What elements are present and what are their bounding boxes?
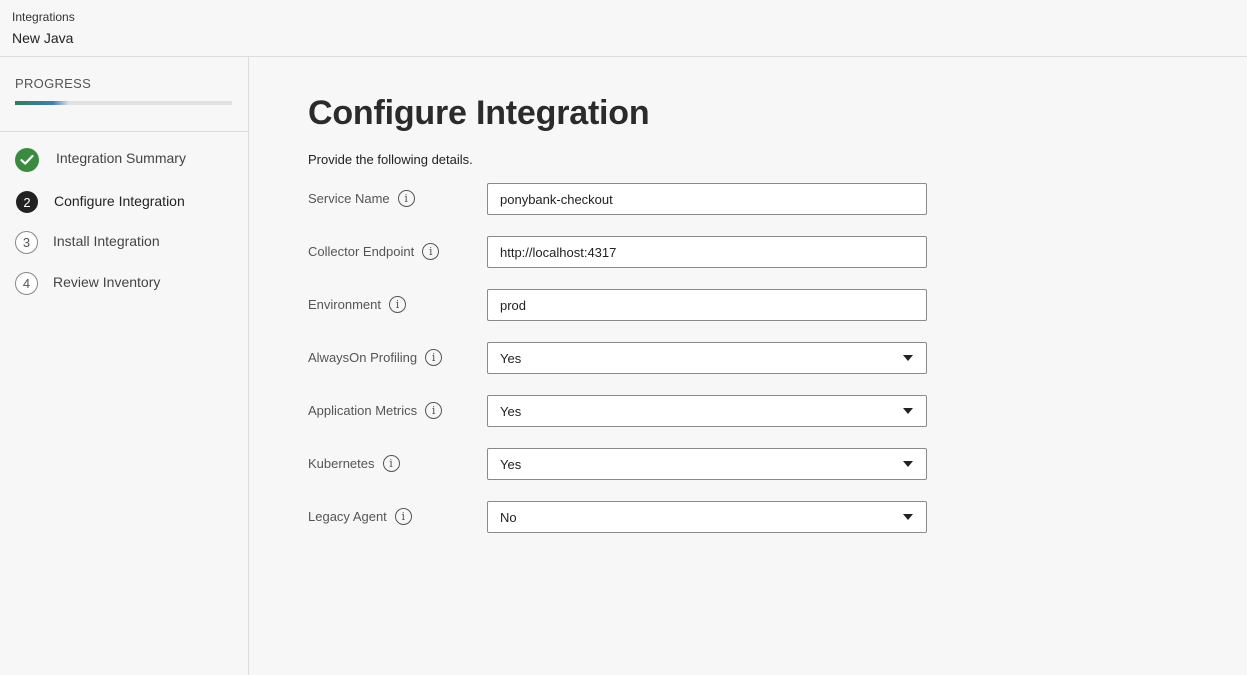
field-label: Collector Endpoint i xyxy=(308,243,440,260)
step-number: 2 xyxy=(16,191,38,213)
select-value: No xyxy=(500,509,517,525)
label-text: Collector Endpoint xyxy=(308,244,415,259)
step-number: 3 xyxy=(15,231,38,254)
step-label: Review Inventory xyxy=(53,274,161,290)
checkmark-icon xyxy=(15,148,39,172)
sidebar-divider xyxy=(0,131,248,132)
info-icon[interactable]: i xyxy=(422,243,440,260)
step-label: Integration Summary xyxy=(56,150,186,166)
top-bar: Integrations New Java xyxy=(0,0,1247,57)
application-metrics-select[interactable]: Yes xyxy=(487,395,927,427)
alwayson-profiling-select[interactable]: Yes xyxy=(487,342,927,374)
page-subtitle: Provide the following details. xyxy=(308,152,473,167)
info-icon[interactable]: i xyxy=(382,455,400,472)
chevron-down-icon xyxy=(903,355,913,361)
step-configure-integration[interactable]: 2 Configure Integration xyxy=(15,189,186,230)
field-label: Legacy Agent i xyxy=(308,508,412,525)
label-text: Kubernetes xyxy=(308,456,375,471)
info-icon[interactable]: i xyxy=(388,296,406,313)
collector-endpoint-input[interactable] xyxy=(487,236,927,268)
info-icon[interactable]: i xyxy=(425,402,443,419)
step-label: Install Integration xyxy=(53,233,160,249)
label-text: Environment xyxy=(308,297,381,312)
field-label: Service Name i xyxy=(308,190,415,207)
step-integration-summary[interactable]: Integration Summary xyxy=(15,148,186,189)
label-text: Legacy Agent xyxy=(308,509,387,524)
label-text: AlwaysOn Profiling xyxy=(308,350,418,365)
step-list: Integration Summary 2 Configure Integrat… xyxy=(15,148,186,312)
select-value: Yes xyxy=(500,456,522,472)
field-label: Kubernetes i xyxy=(308,455,400,472)
info-icon[interactable]: i xyxy=(425,349,443,366)
field-row-service-name: Service Name i xyxy=(308,183,928,215)
field-row-alwayson-profiling: AlwaysOn Profiling i Yes xyxy=(308,342,928,374)
field-label: AlwaysOn Profiling i xyxy=(308,349,443,366)
page-title: Configure Integration xyxy=(308,94,650,132)
legacy-agent-select[interactable]: No xyxy=(487,501,927,533)
field-row-environment: Environment i xyxy=(308,289,928,321)
breadcrumb-integrations[interactable]: Integrations xyxy=(12,10,75,24)
service-name-input[interactable] xyxy=(487,183,927,215)
main-content: Configure Integration Provide the follow… xyxy=(249,57,1247,675)
label-text: Service Name xyxy=(308,191,390,206)
step-label: Configure Integration xyxy=(54,193,185,209)
page-header-title: New Java xyxy=(12,30,74,46)
step-number: 4 xyxy=(15,272,38,295)
select-value: Yes xyxy=(500,403,522,419)
field-row-collector-endpoint: Collector Endpoint i xyxy=(308,236,928,268)
progress-bar-fill xyxy=(15,101,70,105)
step-review-inventory[interactable]: 4 Review Inventory xyxy=(15,271,186,312)
chevron-down-icon xyxy=(903,461,913,467)
field-row-legacy-agent: Legacy Agent i No xyxy=(308,501,928,533)
select-value: Yes xyxy=(500,350,522,366)
progress-sidebar: PROGRESS Integration Summary 2 Configure… xyxy=(0,57,249,675)
field-label: Environment i xyxy=(308,296,406,313)
progress-label: PROGRESS xyxy=(15,76,92,91)
step-install-integration[interactable]: 3 Install Integration xyxy=(15,230,186,271)
label-text: Application Metrics xyxy=(308,403,418,418)
kubernetes-select[interactable]: Yes xyxy=(487,448,927,480)
info-icon[interactable]: i xyxy=(394,508,412,525)
chevron-down-icon xyxy=(903,514,913,520)
field-row-kubernetes: Kubernetes i Yes xyxy=(308,448,928,480)
info-icon[interactable]: i xyxy=(397,190,415,207)
progress-bar xyxy=(15,101,232,105)
field-row-application-metrics: Application Metrics i Yes xyxy=(308,395,928,427)
environment-input[interactable] xyxy=(487,289,927,321)
field-label: Application Metrics i xyxy=(308,402,443,419)
chevron-down-icon xyxy=(903,408,913,414)
